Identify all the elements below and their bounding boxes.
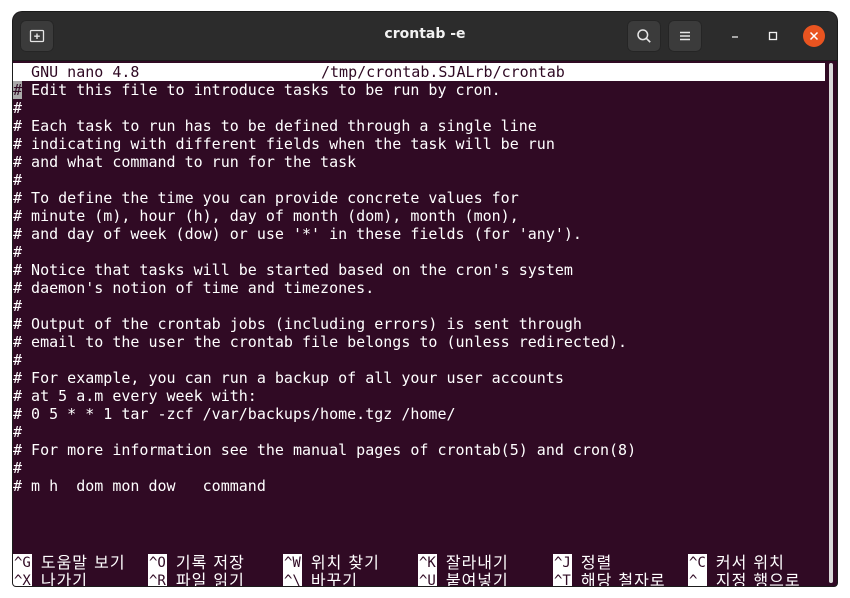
shortcut-key: ^O: [148, 554, 167, 572]
nano-version: GNU nano 4.8: [13, 63, 140, 81]
shortcut-key: ^J: [553, 554, 572, 572]
editor-line[interactable]: #: [13, 297, 825, 315]
title-bar[interactable]: crontab -e: [13, 12, 837, 61]
text-cursor: #: [13, 81, 23, 99]
editor-line[interactable]: # Notice that tasks will be started base…: [13, 261, 825, 279]
editor-buffer[interactable]: # Edit this file to introduce tasks to b…: [13, 81, 825, 495]
shortcut-label: 나가기: [40, 571, 89, 587]
hamburger-menu-icon: [680, 31, 690, 41]
editor-line[interactable]: # at 5 a.m every week with:: [13, 387, 825, 405]
editor-line[interactable]: # Edit this file to introduce tasks to b…: [13, 81, 825, 99]
menu-button[interactable]: [668, 20, 702, 52]
shortcut-label: 붙여넣기: [445, 571, 509, 587]
shortcut-item: ^X 나가기: [13, 572, 88, 586]
minimize-icon: [732, 36, 738, 38]
shortcut-label: 해당 철자로: [580, 571, 666, 587]
search-button[interactable]: [627, 20, 661, 52]
editor-line[interactable]: #: [13, 243, 825, 261]
editor-line[interactable]: # Output of the crontab jobs (including …: [13, 315, 825, 333]
shortcut-label: 바꾸기: [310, 571, 359, 587]
shortcut-label: 잘라내기: [445, 553, 509, 572]
editor-line-text: Edit this file to introduce tasks to be …: [22, 81, 501, 99]
editor-line[interactable]: #: [13, 351, 825, 369]
editor-line[interactable]: # and day of week (dow) or use '*' in th…: [13, 225, 825, 243]
editor-line[interactable]: # For more information see the manual pa…: [13, 441, 825, 459]
minimize-button[interactable]: [726, 26, 746, 46]
shortcut-key: ^\: [283, 572, 302, 586]
editor-line[interactable]: # Each task to run has to be defined thr…: [13, 117, 825, 135]
terminal-window: crontab -e GNU nano 4.8 /tmp/crontab.SJA…: [13, 12, 837, 586]
shortcut-key: ^G: [13, 554, 32, 572]
shortcut-key: ^K: [418, 554, 437, 572]
editor-line[interactable]: # and what command to run for the task: [13, 153, 825, 171]
shortcut-item: ^\ 바꾸기: [283, 572, 358, 586]
shortcut-label: 커서 위치: [715, 553, 785, 572]
shortcut-item: ^G 도움말 보기: [13, 554, 126, 572]
editor-line[interactable]: # To define the time you can provide con…: [13, 189, 825, 207]
editor-line[interactable]: # m h dom mon dow command: [13, 477, 825, 495]
editor-line[interactable]: # minute (m), hour (h), day of month (do…: [13, 207, 825, 225]
shortcut-label: 정렬: [580, 553, 613, 572]
editor-line[interactable]: #: [13, 171, 825, 189]
shortcut-key: ^R: [148, 572, 167, 586]
nano-shortcut-bar: ^G 도움말 보기 ^O 기록 저장 ^W 위치 찾기 ^K 잘라내기 ^J 정렬 ^C 커서 위치 ^…: [13, 554, 825, 586]
scrollbar[interactable]: [829, 63, 833, 583]
shortcut-item: ^U 붙여넣기: [418, 572, 509, 586]
shortcut-item: ^J 정렬: [553, 554, 612, 572]
shortcut-key: ^W: [283, 554, 302, 572]
editor-line[interactable]: # For example, you can run a backup of a…: [13, 369, 825, 387]
shortcut-item: ^R 파일 읽기: [148, 572, 245, 586]
shortcut-item: ^C 커서 위치: [688, 554, 785, 572]
editor-line[interactable]: #: [13, 423, 825, 441]
shortcut-item: ^K 잘라내기: [418, 554, 509, 572]
shortcut-label: 도움말 보기: [40, 553, 126, 572]
maximize-button[interactable]: [763, 26, 783, 46]
shortcut-label: 기록 저장: [175, 553, 245, 572]
shortcut-key: ^X: [13, 572, 32, 586]
editor-line[interactable]: # 0 5 * * 1 tar -zcf /var/backups/home.t…: [13, 405, 825, 423]
maximize-icon: [768, 31, 778, 41]
close-button[interactable]: [803, 25, 825, 47]
shortcut-key: ^T: [553, 572, 572, 586]
search-icon: [637, 29, 651, 43]
shortcut-key: ^U: [418, 572, 437, 586]
shortcut-item: ^_ 지정 행으로: [688, 572, 801, 586]
editor-line[interactable]: # daemon's notion of time and timezones.: [13, 279, 825, 297]
shortcut-item: ^T 해당 철자로: [553, 572, 666, 586]
shortcut-item: ^W 위치 찾기: [283, 554, 380, 572]
nano-title-bar: GNU nano 4.8 /tmp/crontab.SJALrb/crontab: [13, 63, 825, 81]
shortcut-label: 지정 행으로: [715, 571, 801, 587]
shortcut-label: 파일 읽기: [175, 571, 245, 587]
window-title: crontab -e: [384, 26, 466, 42]
shortcut-item: ^O 기록 저장: [148, 554, 245, 572]
shortcut-label: 위치 찾기: [310, 553, 380, 572]
nano-filename: /tmp/crontab.SJALrb/crontab: [321, 63, 565, 81]
shortcut-key: ^C: [688, 554, 707, 572]
editor-line[interactable]: # email to the user the crontab file bel…: [13, 333, 825, 351]
editor-line[interactable]: #: [13, 459, 825, 477]
terminal-area[interactable]: GNU nano 4.8 /tmp/crontab.SJALrb/crontab…: [13, 61, 837, 586]
close-icon: [809, 31, 819, 41]
editor-line[interactable]: # indicating with different fields when …: [13, 135, 825, 153]
shortcut-key: ^_: [688, 572, 707, 586]
editor-line[interactable]: #: [13, 99, 825, 117]
